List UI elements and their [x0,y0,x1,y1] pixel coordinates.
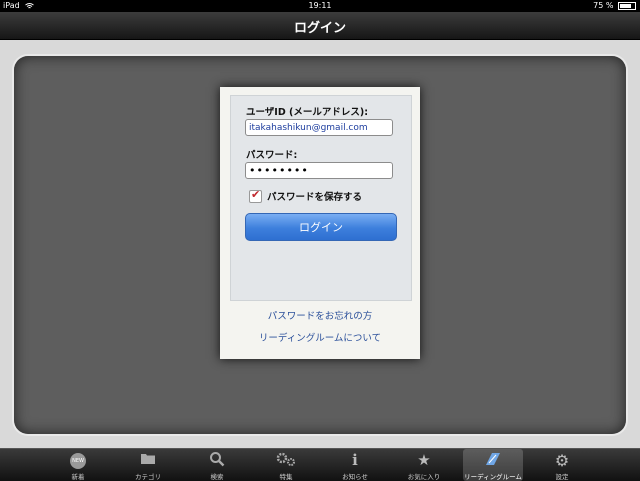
tab-category[interactable]: カテゴリ [118,449,178,481]
star-icon: ★ [417,451,431,469]
userid-input[interactable]: itakahashikun@gmail.com [245,119,393,136]
tab-search[interactable]: 検索 [187,449,247,481]
forgot-password-link[interactable]: パスワードをお忘れの方 [220,308,420,322]
info-icon: i [352,451,358,469]
folder-icon [118,451,178,471]
gear-icon: ⚙ [554,451,570,470]
battery-status: 75 % [593,1,636,10]
login-dialog: ユーザID (メールアドレス): itakahashikun@gmail.com… [220,87,420,359]
battery-icon [618,1,636,10]
search-icon [187,451,247,471]
tab-reading-room[interactable]: リーディングルーム [463,449,523,481]
password-input[interactable]: •••••••• [245,162,393,179]
tab-new[interactable]: NEW 新着 [48,449,108,481]
tab-feature[interactable]: 特集 [256,449,316,481]
tab-settings[interactable]: ⚙ 設定 [532,449,592,481]
page-title: ログイン [293,21,346,36]
reading-room-icon [463,451,523,471]
save-password-label: パスワードを保存する [267,192,363,203]
save-password-checkbox[interactable]: ✔ [249,188,262,203]
gears-icon [256,451,316,471]
tab-info[interactable]: i お知らせ [325,449,385,481]
battery-fill [620,3,631,8]
tab-favorites[interactable]: ★ お気に入り [394,449,454,481]
login-form: ユーザID (メールアドレス): itakahashikun@gmail.com… [230,95,412,301]
login-button[interactable]: ログイン [245,213,397,241]
checkmark-icon: ✔ [251,188,261,201]
status-bar: iPad 19:11 75 % [0,0,640,12]
new-badge-icon: NEW [48,451,108,471]
password-label: パスワード: [246,150,298,161]
userid-label: ユーザID (メールアドレス): [246,107,369,118]
battery-percent: 75 % [593,1,614,10]
about-reading-room-link[interactable]: リーディングルームについて [220,330,420,344]
status-time: 19:11 [308,1,332,10]
navigation-bar: ログイン [0,12,640,40]
tab-bar: NEW 新着 カテゴリ 検索 特集 i お知らせ ★ お気に入り リーディングルーム … [0,448,640,481]
new-badge-glyph: NEW [70,453,86,469]
